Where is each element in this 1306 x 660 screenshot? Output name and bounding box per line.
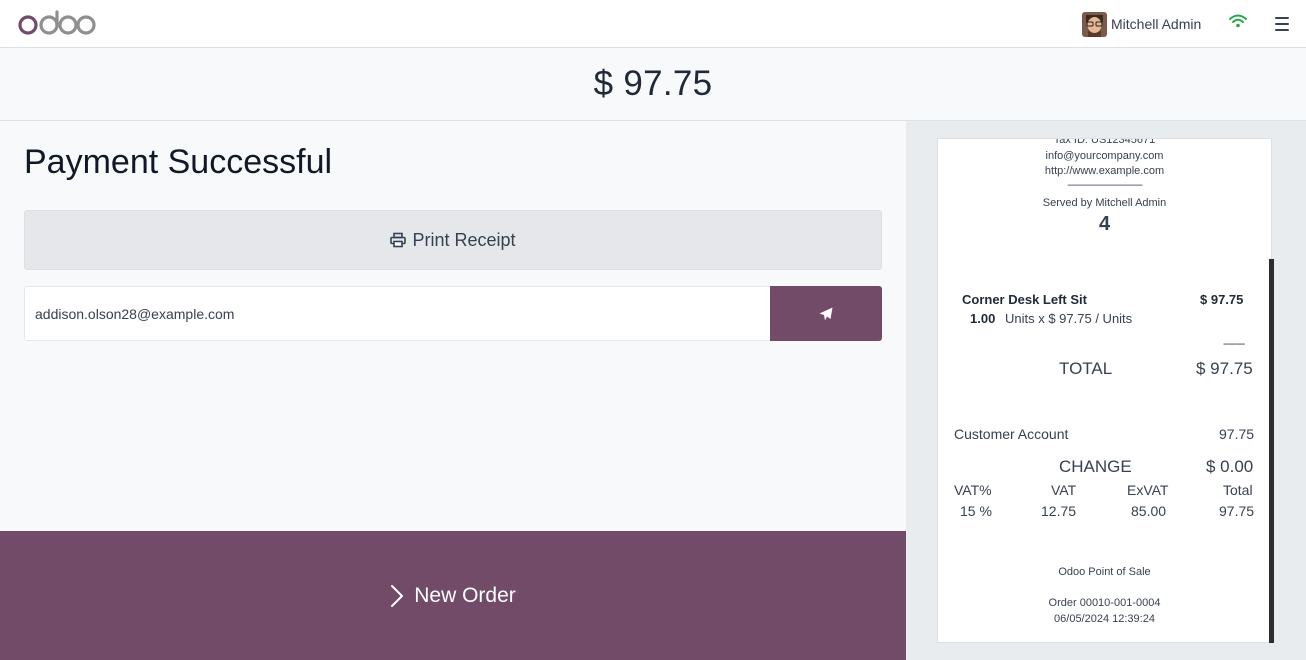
receipt-footer: Odoo Point of Sale bbox=[1058, 566, 1151, 578]
receipt-order-ref: Order 00010-001-0004 bbox=[1048, 597, 1161, 609]
chevron-right-icon bbox=[391, 584, 404, 607]
receipt-product-name: Corner Desk Left Sit bbox=[962, 292, 1087, 307]
page-title: Payment Successful bbox=[24, 143, 333, 181]
tax-header-total: Total bbox=[1223, 482, 1253, 498]
receipt-qty-detail: Units x $ 97.75 / Units bbox=[1005, 311, 1133, 326]
print-receipt-label: Print Receipt bbox=[412, 229, 516, 250]
print-receipt-button[interactable]: Print Receipt bbox=[24, 210, 882, 270]
receipt-change-label: CHANGE bbox=[1059, 457, 1132, 476]
receipt-order-number: 4 bbox=[1098, 213, 1111, 235]
paper-plane-icon bbox=[819, 307, 833, 320]
avatar bbox=[1082, 11, 1107, 37]
receipt-served-by: Served by Mitchell Admin bbox=[1042, 197, 1167, 209]
receipt-scrollbar[interactable] bbox=[1269, 259, 1274, 643]
receipt-panel: Tax ID: US12345671 info@yourcompany.com … bbox=[906, 121, 1306, 660]
email-receipt-row bbox=[24, 286, 882, 341]
receipt-date: 06/05/2024 12:39:24 bbox=[1054, 613, 1155, 625]
receipt-total-label: TOTAL bbox=[1059, 359, 1113, 378]
receipt-qty: 1.00 bbox=[970, 311, 996, 326]
receipt-payment-method: Customer Account bbox=[954, 426, 1069, 442]
tax-row-exvat: 85.00 bbox=[1131, 503, 1167, 519]
receipt-separator: -------------------------------- bbox=[1067, 180, 1143, 191]
tax-row-total: 97.75 bbox=[1219, 503, 1255, 519]
hamburger-menu-icon[interactable] bbox=[1275, 17, 1289, 31]
receipt-payment-amount: 97.75 bbox=[1219, 426, 1255, 442]
payment-panel: Payment Successful Print Receipt New Ord… bbox=[0, 121, 906, 660]
tax-header-vat-pct: VAT% bbox=[954, 482, 992, 498]
new-order-button[interactable]: New Order bbox=[0, 531, 906, 660]
receipt: Tax ID: US12345671 info@yourcompany.com … bbox=[937, 138, 1272, 643]
amount-due: $ 97.75 bbox=[593, 64, 713, 103]
receipt-product-price: $ 97.75 bbox=[1200, 292, 1244, 307]
wifi-icon[interactable] bbox=[1229, 14, 1247, 28]
receipt-change-value: $ 0.00 bbox=[1206, 457, 1254, 476]
receipt-website: http://www.example.com bbox=[1044, 165, 1165, 177]
tax-row-vat-pct: 15 % bbox=[960, 503, 992, 519]
receipt-email: info@yourcompany.com bbox=[1045, 150, 1164, 162]
receipt-tax-id: Tax ID: US12345671 bbox=[1053, 138, 1156, 146]
receipt-short-separator: -------- bbox=[1223, 338, 1245, 350]
send-email-button[interactable] bbox=[770, 286, 882, 341]
user-name: Mitchell Admin bbox=[1111, 16, 1202, 32]
receipt-total-value: $ 97.75 bbox=[1196, 359, 1253, 378]
tax-header-vat: VAT bbox=[1051, 482, 1077, 498]
top-navbar: Mitchell Admin bbox=[0, 0, 1306, 48]
user-menu[interactable]: Mitchell Admin bbox=[1082, 11, 1201, 37]
new-order-label: New Order bbox=[414, 583, 516, 607]
tax-header-exvat: ExVAT bbox=[1127, 482, 1169, 498]
tax-row-vat: 12.75 bbox=[1041, 503, 1077, 519]
odoo-logo[interactable] bbox=[18, 9, 96, 37]
email-input[interactable] bbox=[24, 286, 770, 341]
printer-icon bbox=[390, 232, 407, 248]
amount-due-bar: $ 97.75 bbox=[0, 48, 1306, 121]
